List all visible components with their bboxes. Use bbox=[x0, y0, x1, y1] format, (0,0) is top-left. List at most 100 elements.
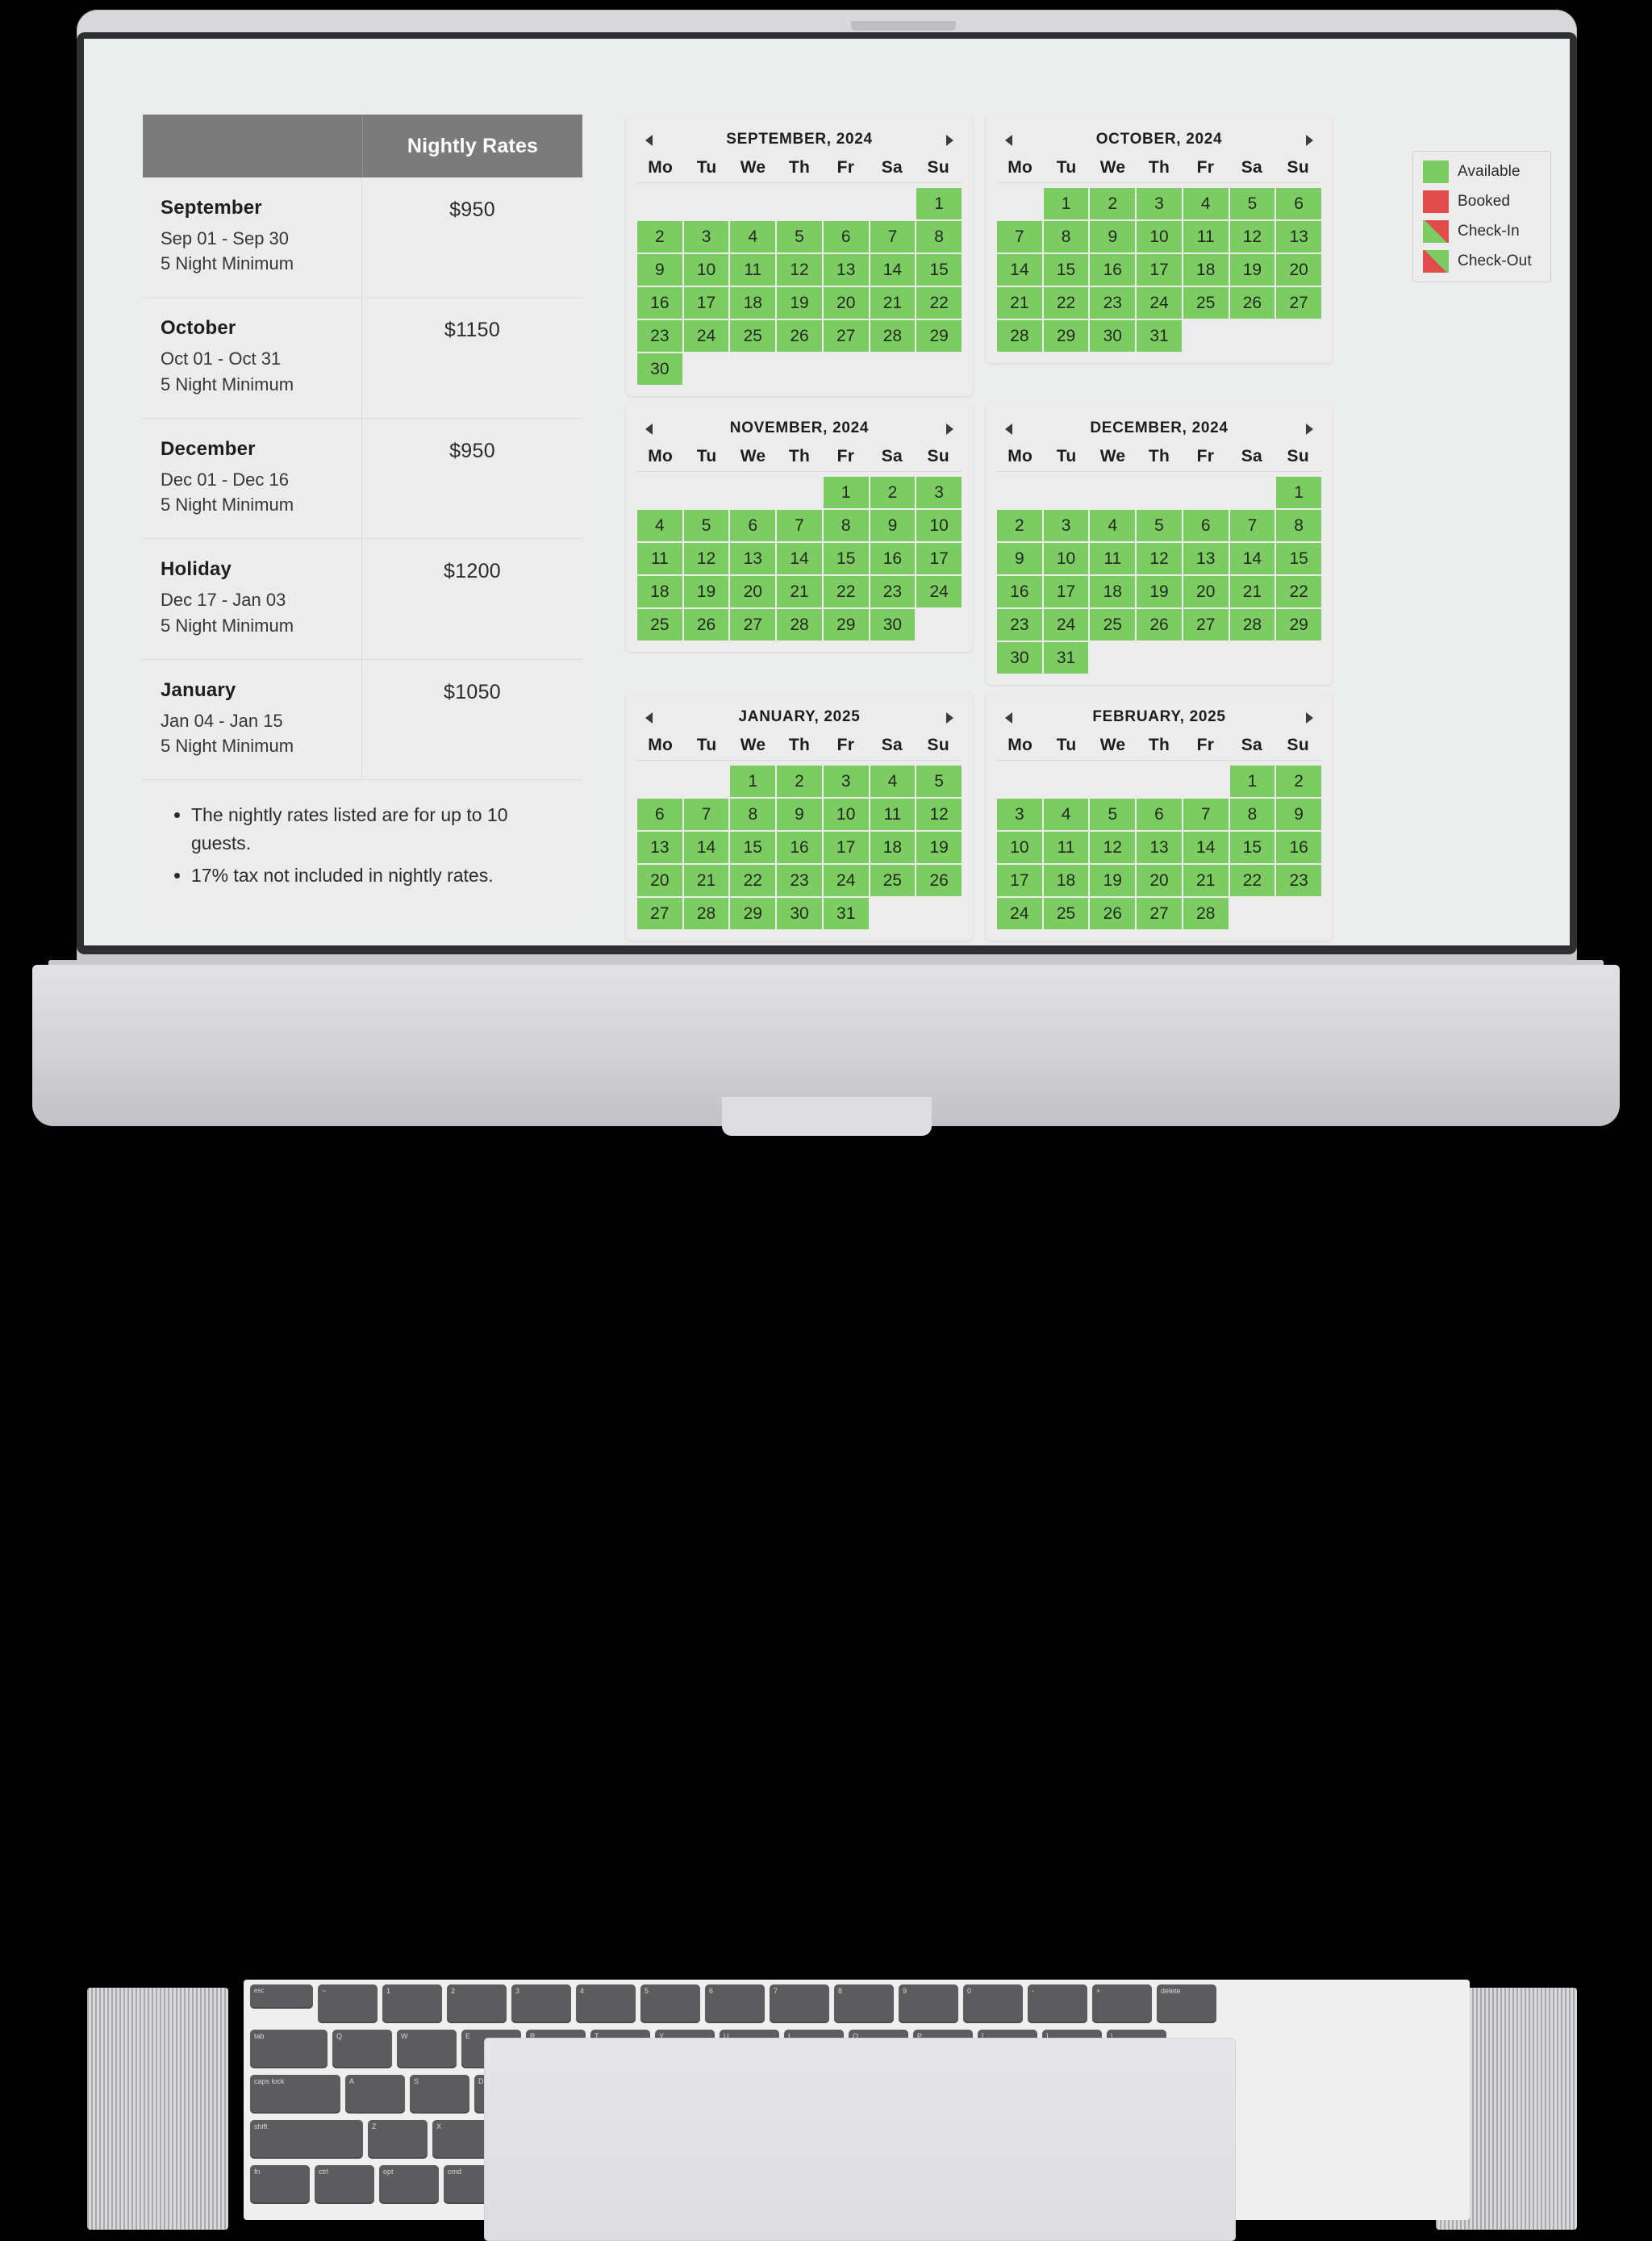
calendar-day-cell[interactable]: 10 bbox=[1043, 543, 1089, 574]
calendar-day-cell[interactable]: 9 bbox=[777, 799, 822, 830]
calendar-day-cell[interactable]: 30 bbox=[870, 609, 916, 641]
calendar-day-cell[interactable]: 9 bbox=[870, 510, 916, 541]
calendar-day-cell[interactable]: 4 bbox=[1043, 799, 1089, 830]
calendar-day-cell[interactable]: 24 bbox=[823, 865, 869, 896]
calendar-prev-month-arrow-icon[interactable] bbox=[1003, 422, 1016, 435]
calendar-day-cell[interactable]: 23 bbox=[777, 865, 822, 896]
calendar-day-cell[interactable]: 16 bbox=[777, 832, 822, 863]
calendar-day-cell[interactable]: 8 bbox=[823, 510, 869, 541]
calendar-day-cell[interactable]: 28 bbox=[683, 898, 729, 929]
calendar-day-cell[interactable]: 12 bbox=[916, 799, 962, 830]
calendar-day-cell[interactable]: 10 bbox=[997, 832, 1042, 863]
calendar-day-cell[interactable]: 27 bbox=[730, 609, 776, 641]
calendar-day-cell[interactable]: 22 bbox=[730, 865, 776, 896]
calendar-day-cell[interactable]: 3 bbox=[1043, 510, 1089, 541]
calendar-prev-month-arrow-icon[interactable] bbox=[1003, 133, 1016, 146]
calendar-day-cell[interactable]: 13 bbox=[1183, 543, 1229, 574]
calendar-day-cell[interactable]: 3 bbox=[823, 766, 869, 797]
calendar-day-cell[interactable]: 6 bbox=[1137, 799, 1182, 830]
calendar-day-cell[interactable]: 11 bbox=[730, 254, 776, 286]
calendar-day-cell[interactable]: 19 bbox=[1137, 576, 1182, 607]
calendar-day-cell[interactable]: 3 bbox=[916, 477, 962, 508]
calendar-day-cell[interactable]: 25 bbox=[1043, 898, 1089, 929]
calendar-day-cell[interactable]: 1 bbox=[730, 766, 776, 797]
calendar-day-cell[interactable]: 26 bbox=[1229, 287, 1275, 319]
calendar-day-cell[interactable]: 23 bbox=[1090, 287, 1136, 319]
calendar-day-cell[interactable]: 31 bbox=[1043, 642, 1089, 674]
calendar-day-cell[interactable]: 12 bbox=[1137, 543, 1182, 574]
calendar-day-cell[interactable]: 19 bbox=[777, 287, 822, 319]
calendar-day-cell[interactable]: 5 bbox=[1137, 510, 1182, 541]
calendar-day-cell[interactable]: 5 bbox=[777, 221, 822, 252]
calendar-prev-month-arrow-icon[interactable] bbox=[644, 133, 657, 146]
calendar-day-cell[interactable]: 12 bbox=[1229, 221, 1275, 252]
calendar-day-cell[interactable]: 23 bbox=[1276, 865, 1321, 896]
calendar-day-cell[interactable]: 15 bbox=[1276, 543, 1321, 574]
calendar-day-cell[interactable]: 23 bbox=[997, 609, 1042, 641]
calendar-day-cell[interactable]: 13 bbox=[1276, 221, 1321, 252]
calendar-day-cell[interactable]: 26 bbox=[683, 609, 729, 641]
calendar-day-cell[interactable]: 22 bbox=[1276, 576, 1321, 607]
calendar-day-cell[interactable]: 25 bbox=[1090, 609, 1136, 641]
calendar-day-cell[interactable]: 15 bbox=[916, 254, 962, 286]
calendar-day-cell[interactable]: 13 bbox=[823, 254, 869, 286]
calendar-day-cell[interactable]: 15 bbox=[823, 543, 869, 574]
calendar-day-cell[interactable]: 20 bbox=[1276, 254, 1321, 286]
calendar-day-cell[interactable]: 15 bbox=[1229, 832, 1275, 863]
calendar-day-cell[interactable]: 28 bbox=[777, 609, 822, 641]
calendar-day-cell[interactable]: 11 bbox=[870, 799, 916, 830]
calendar-day-cell[interactable]: 28 bbox=[1229, 609, 1275, 641]
calendar-day-cell[interactable]: 1 bbox=[1276, 477, 1321, 508]
calendar-day-cell[interactable]: 6 bbox=[637, 799, 682, 830]
calendar-day-cell[interactable]: 30 bbox=[997, 642, 1042, 674]
calendar-day-cell[interactable]: 14 bbox=[683, 832, 729, 863]
calendar-day-cell[interactable]: 11 bbox=[637, 543, 682, 574]
calendar-day-cell[interactable]: 1 bbox=[916, 188, 962, 219]
calendar-next-month-arrow-icon[interactable] bbox=[942, 711, 955, 724]
calendar-prev-month-arrow-icon[interactable] bbox=[1003, 711, 1016, 724]
calendar-day-cell[interactable]: 2 bbox=[1276, 766, 1321, 797]
calendar-day-cell[interactable]: 24 bbox=[916, 576, 962, 607]
calendar-day-cell[interactable]: 3 bbox=[1137, 188, 1182, 219]
calendar-day-cell[interactable]: 11 bbox=[1183, 221, 1229, 252]
calendar-day-cell[interactable]: 12 bbox=[1090, 832, 1136, 863]
calendar-next-month-arrow-icon[interactable] bbox=[1302, 422, 1315, 435]
calendar-day-cell[interactable]: 26 bbox=[1137, 609, 1182, 641]
calendar-day-cell[interactable]: 17 bbox=[997, 865, 1042, 896]
calendar-day-cell[interactable]: 18 bbox=[637, 576, 682, 607]
calendar-day-cell[interactable]: 17 bbox=[823, 832, 869, 863]
calendar-day-cell[interactable]: 19 bbox=[683, 576, 729, 607]
calendar-day-cell[interactable]: 7 bbox=[777, 510, 822, 541]
calendar-day-cell[interactable]: 4 bbox=[870, 766, 916, 797]
calendar-day-cell[interactable]: 8 bbox=[1043, 221, 1089, 252]
calendar-day-cell[interactable]: 2 bbox=[1090, 188, 1136, 219]
calendar-prev-month-arrow-icon[interactable] bbox=[644, 711, 657, 724]
calendar-day-cell[interactable]: 4 bbox=[730, 221, 776, 252]
calendar-day-cell[interactable]: 16 bbox=[1276, 832, 1321, 863]
calendar-day-cell[interactable]: 1 bbox=[1043, 188, 1089, 219]
calendar-day-cell[interactable]: 8 bbox=[730, 799, 776, 830]
calendar-day-cell[interactable]: 18 bbox=[1183, 254, 1229, 286]
calendar-day-cell[interactable]: 29 bbox=[823, 609, 869, 641]
calendar-day-cell[interactable]: 25 bbox=[637, 609, 682, 641]
calendar-day-cell[interactable]: 31 bbox=[823, 898, 869, 929]
calendar-day-cell[interactable]: 4 bbox=[1090, 510, 1136, 541]
calendar-day-cell[interactable]: 8 bbox=[1276, 510, 1321, 541]
calendar-day-cell[interactable]: 2 bbox=[777, 766, 822, 797]
calendar-day-cell[interactable]: 2 bbox=[997, 510, 1042, 541]
calendar-day-cell[interactable]: 9 bbox=[1276, 799, 1321, 830]
calendar-day-cell[interactable]: 5 bbox=[683, 510, 729, 541]
calendar-day-cell[interactable]: 11 bbox=[1090, 543, 1136, 574]
calendar-day-cell[interactable]: 24 bbox=[997, 898, 1042, 929]
calendar-day-cell[interactable]: 5 bbox=[1229, 188, 1275, 219]
calendar-day-cell[interactable]: 18 bbox=[1043, 865, 1089, 896]
calendar-day-cell[interactable]: 20 bbox=[1183, 576, 1229, 607]
calendar-day-cell[interactable]: 31 bbox=[1137, 320, 1182, 352]
calendar-day-cell[interactable]: 28 bbox=[870, 320, 916, 352]
calendar-day-cell[interactable]: 1 bbox=[823, 477, 869, 508]
calendar-day-cell[interactable]: 2 bbox=[870, 477, 916, 508]
calendar-day-cell[interactable]: 7 bbox=[870, 221, 916, 252]
calendar-day-cell[interactable]: 8 bbox=[1229, 799, 1275, 830]
calendar-day-cell[interactable]: 17 bbox=[1137, 254, 1182, 286]
calendar-day-cell[interactable]: 9 bbox=[997, 543, 1042, 574]
